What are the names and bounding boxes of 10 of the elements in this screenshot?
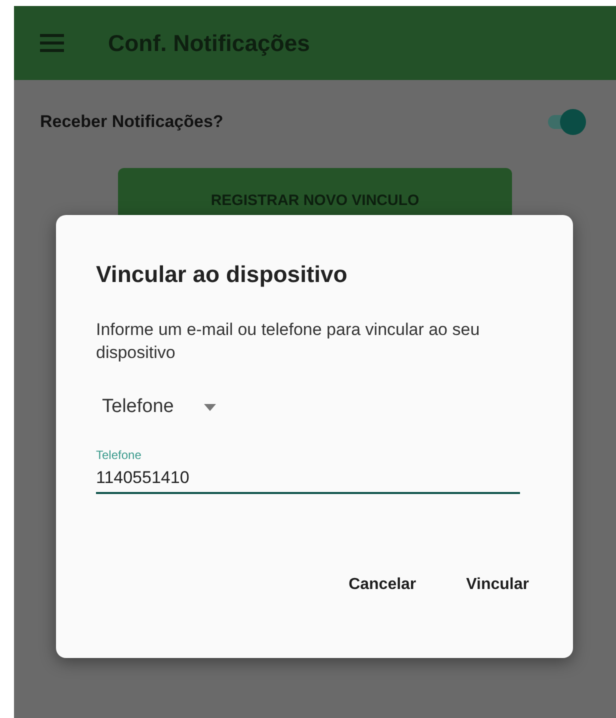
- dialog-button[interactable]: Cancelar: [348, 570, 416, 600]
- phone-field[interactable]: 1140551410: [96, 462, 520, 494]
- setting-label: Receber Notificações?: [40, 112, 224, 132]
- caret-icon: [204, 404, 216, 410]
- dialog-title: Vincular ao dispositivo: [96, 261, 348, 288]
- menu-icon[interactable]: [40, 34, 64, 52]
- type-dropdown[interactable]: Telefone: [102, 392, 533, 422]
- field-label: Telefone: [96, 448, 142, 462]
- dialog-message: Informe um e-mail ou telefone para vincular ao seu dispositivo: [96, 319, 481, 364]
- dialog-button[interactable]: Vincular: [466, 570, 529, 600]
